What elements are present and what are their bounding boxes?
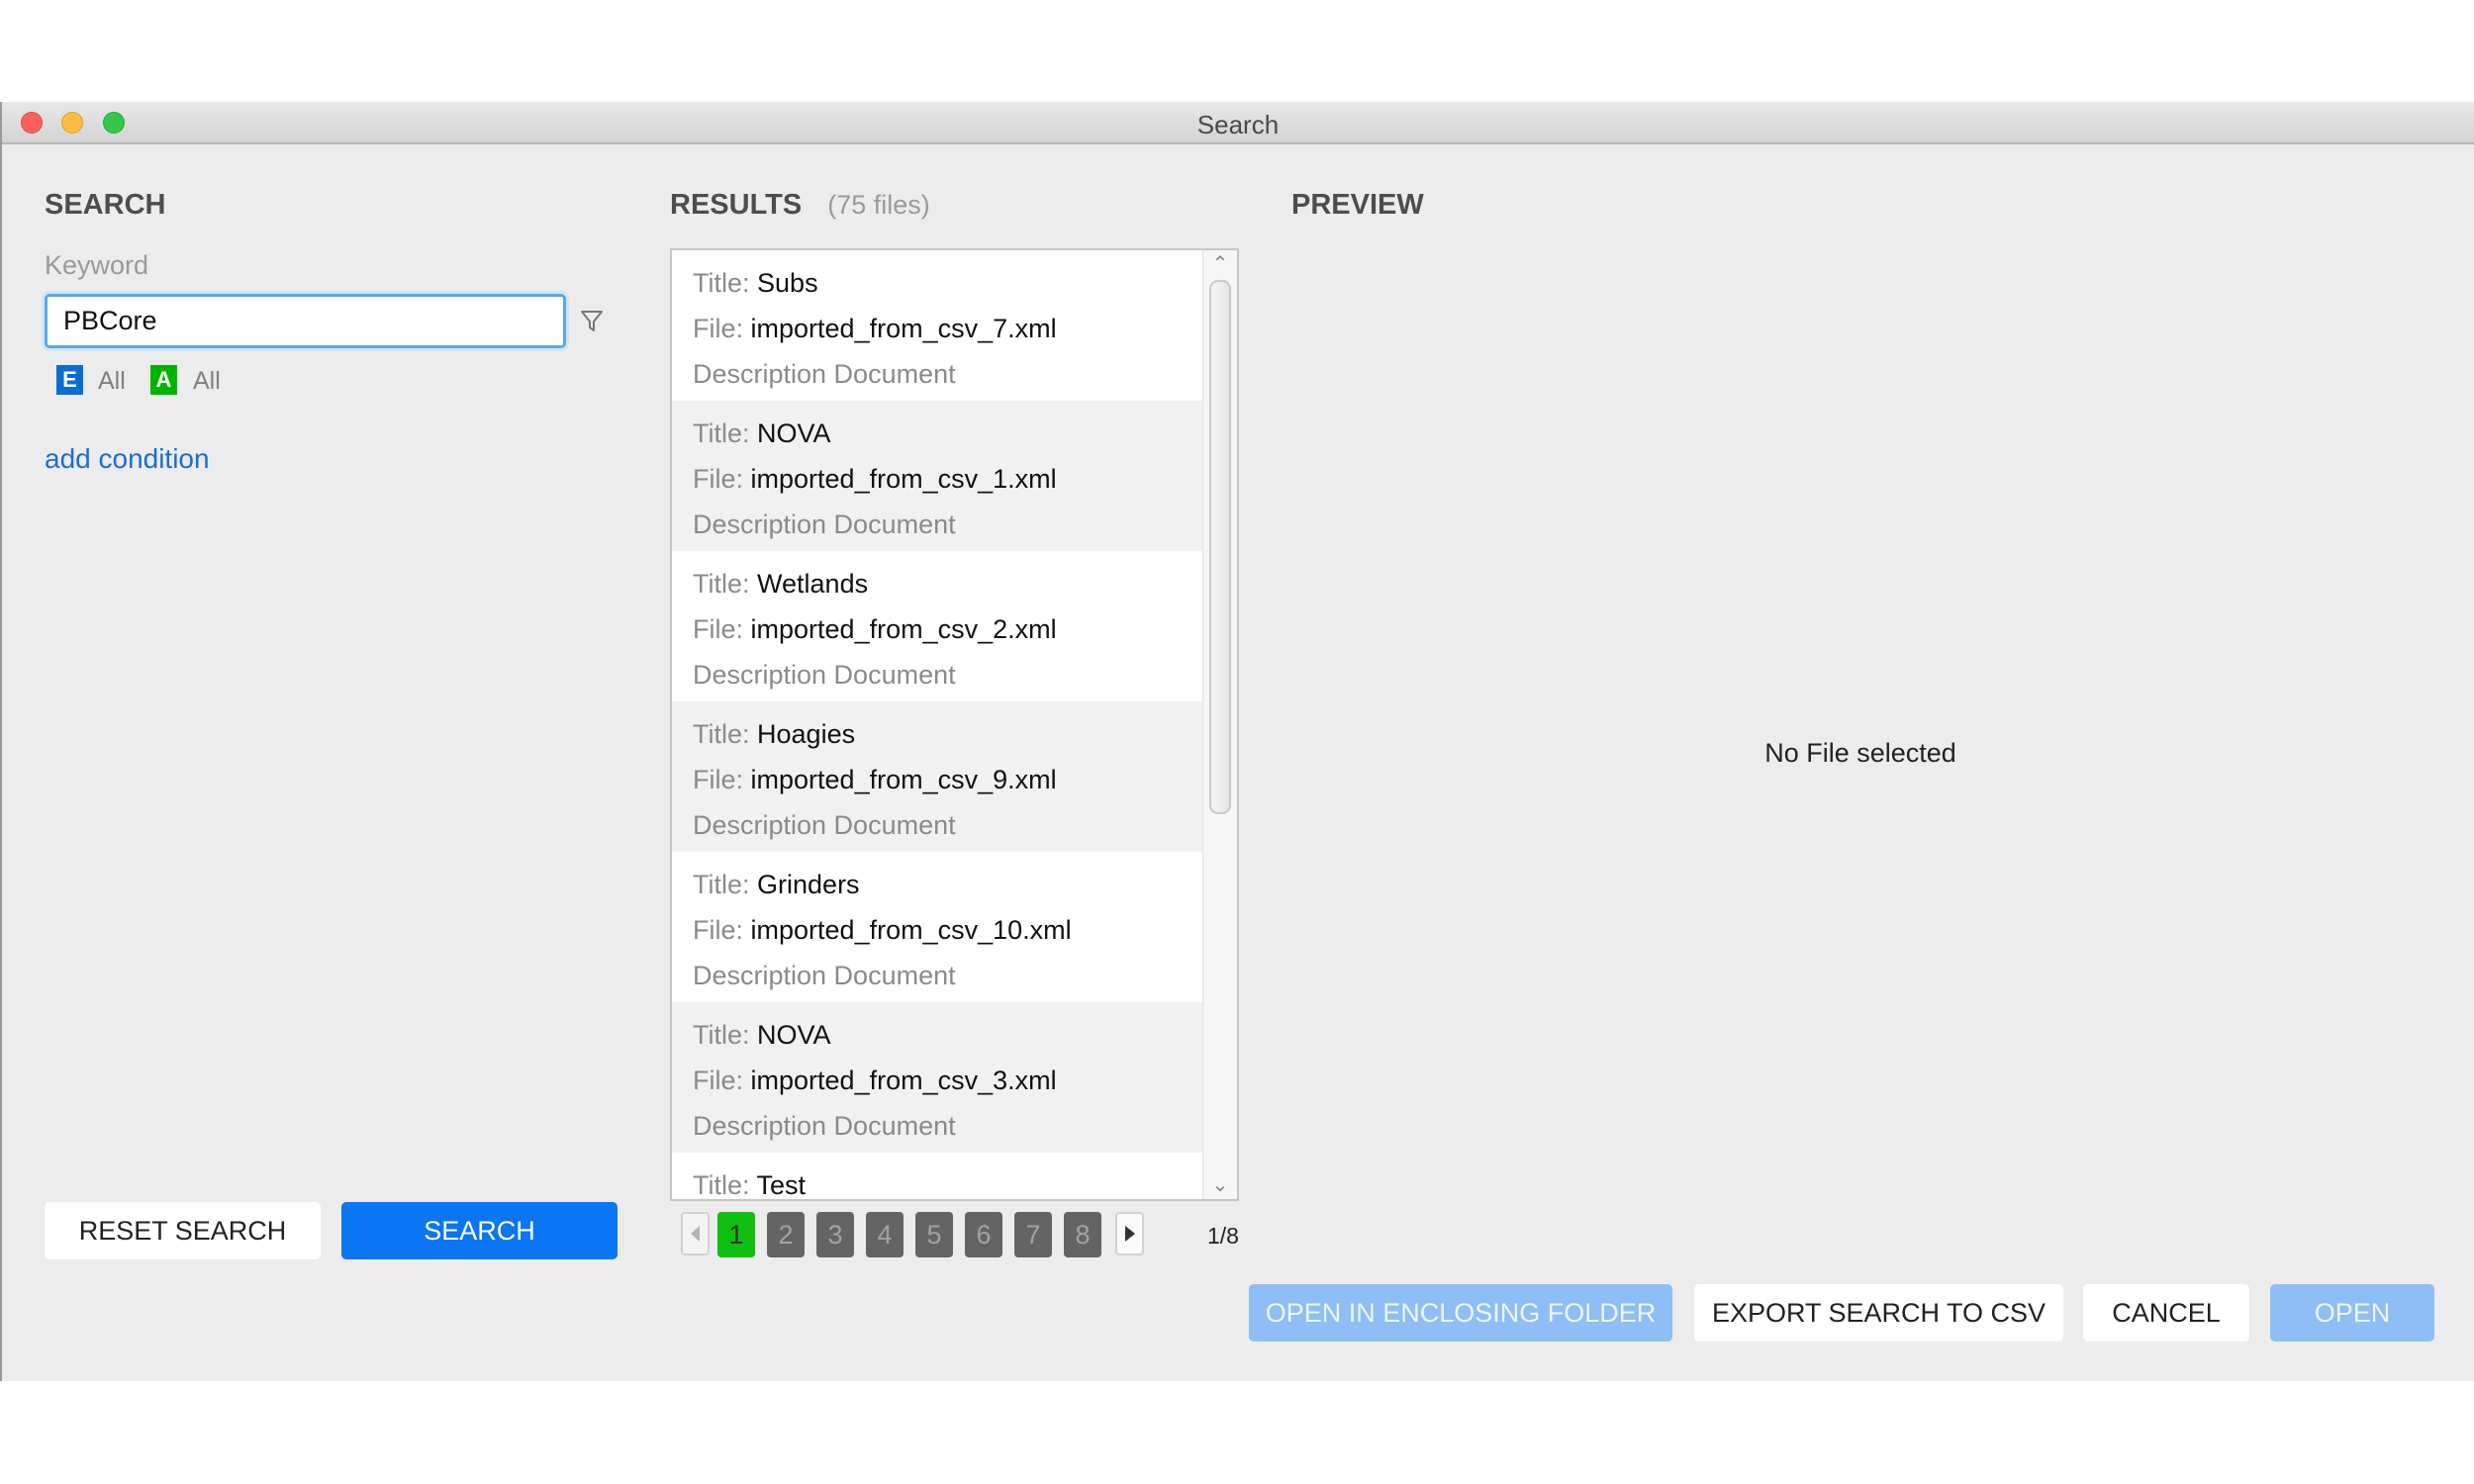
result-file-key: File:	[693, 765, 744, 794]
result-file-line: File: imported_from_csv_1.xml	[693, 456, 1186, 502]
result-title-key: Title:	[693, 870, 750, 899]
result-file: imported_from_csv_10.xml	[750, 915, 1072, 945]
result-type: Description Document	[693, 660, 956, 690]
result-file-line: File: imported_from_csv_7.xml	[693, 306, 1186, 351]
add-condition-link[interactable]: add condition	[45, 443, 210, 475]
result-title: Test	[756, 1170, 807, 1200]
result-title-key: Title:	[693, 569, 750, 599]
result-title: NOVA	[757, 1020, 831, 1050]
results-count: (75 files)	[827, 190, 930, 220]
results-heading: RESULTS (75 files)	[670, 189, 930, 222]
result-title: Subs	[757, 268, 818, 298]
result-file: imported_from_csv_2.xml	[750, 614, 1057, 644]
results-scrollbar[interactable]: ⌃ ⌄	[1202, 250, 1237, 1199]
next-page-button[interactable]	[1115, 1212, 1144, 1255]
result-title-line: Title: Test	[693, 1162, 1186, 1200]
results-heading-label: RESULTS	[670, 189, 803, 221]
preview-heading: PREVIEW	[1291, 189, 1424, 221]
result-title-key: Title:	[693, 1170, 750, 1200]
result-file-key: File:	[693, 1066, 744, 1095]
result-file: imported_from_csv_7.xml	[750, 314, 1057, 343]
triangle-right-icon	[1125, 1226, 1135, 1242]
result-title-line: Title: NOVA	[693, 1012, 1186, 1058]
result-title-key: Title:	[693, 268, 750, 298]
result-file-key: File:	[693, 314, 744, 343]
page-button[interactable]: 5	[915, 1212, 953, 1257]
result-file-line: File: imported_from_csv_2.xml	[693, 606, 1186, 652]
page-button[interactable]: 2	[767, 1212, 805, 1257]
result-title-line: Title: Subs	[693, 260, 1186, 306]
result-title-key: Title:	[693, 418, 750, 448]
result-title-key: Title:	[693, 719, 750, 749]
result-type: Description Document	[693, 510, 956, 539]
result-title-line: Title: Wetlands	[693, 561, 1186, 606]
result-file-line: File: imported_from_csv_10.xml	[693, 907, 1186, 953]
open-in-enclosing-folder-button[interactable]: OPEN IN ENCLOSING FOLDER	[1249, 1284, 1672, 1342]
result-type: Description Document	[693, 810, 956, 840]
preview-empty-message: No File selected	[1764, 738, 1956, 768]
result-title: NOVA	[757, 418, 831, 448]
result-file-line: File: imported_from_csv_9.xml	[693, 757, 1186, 802]
results-list: Title: Subs File: imported_from_csv_7.xml…	[670, 248, 1239, 1201]
result-type: Description Document	[693, 359, 956, 389]
result-file: imported_from_csv_9.xml	[750, 765, 1057, 794]
result-file-key: File:	[693, 915, 744, 945]
search-window: Search SEARCH Keyword E All A All add co…	[0, 102, 2474, 1381]
element-scope-badge[interactable]: E	[56, 365, 83, 395]
scrollbar-thumb[interactable]	[1209, 280, 1231, 814]
page-indicator: 1/8	[1207, 1223, 1239, 1249]
result-title: Hoagies	[757, 719, 856, 749]
page-button[interactable]: 7	[1014, 1212, 1052, 1257]
prev-page-button[interactable]	[681, 1212, 710, 1255]
window-title: Search	[1196, 110, 1280, 139]
cancel-button[interactable]: CANCEL	[2083, 1284, 2249, 1342]
attribute-scope-label[interactable]: All	[193, 367, 221, 396]
result-file: imported_from_csv_3.xml	[750, 1066, 1057, 1095]
result-item[interactable]: Title: Wetlands File: imported_from_csv_2…	[672, 551, 1205, 701]
result-file-key: File:	[693, 614, 744, 644]
result-item[interactable]: Title: Subs File: imported_from_csv_7.xml…	[672, 250, 1205, 401]
attribute-scope-badge[interactable]: A	[150, 365, 177, 395]
result-file-key: File:	[693, 464, 744, 494]
result-title-key: Title:	[693, 1020, 750, 1050]
title-bar: Search	[2, 102, 2474, 144]
result-title-line: Title: Hoagies	[693, 711, 1186, 757]
scroll-up-icon[interactable]: ⌃	[1203, 250, 1237, 278]
result-item[interactable]: Title: Grinders File: imported_from_csv_1…	[672, 852, 1205, 1002]
result-type: Description Document	[693, 961, 956, 990]
scroll-down-icon[interactable]: ⌄	[1203, 1171, 1237, 1199]
search-heading: SEARCH	[45, 189, 166, 221]
result-type: Description Document	[693, 1111, 956, 1141]
result-item[interactable]: Title: NOVA File: imported_from_csv_3.xml…	[672, 1002, 1205, 1153]
element-scope-label[interactable]: All	[98, 367, 126, 396]
result-item[interactable]: Title: Test	[672, 1153, 1205, 1200]
page-button[interactable]: 6	[965, 1212, 1002, 1257]
page-button[interactable]: 1	[717, 1212, 755, 1257]
result-title: Wetlands	[757, 569, 869, 599]
page-button[interactable]: 4	[866, 1212, 904, 1257]
export-search-to-csv-button[interactable]: EXPORT SEARCH TO CSV	[1694, 1284, 2063, 1342]
result-file: imported_from_csv_1.xml	[750, 464, 1057, 494]
keyword-label: Keyword	[45, 250, 149, 280]
keyword-input[interactable]	[45, 294, 566, 348]
results-rows: Title: Subs File: imported_from_csv_7.xml…	[672, 250, 1205, 1200]
open-button[interactable]: OPEN	[2270, 1284, 2434, 1342]
pagination: 12345678	[2, 1212, 1239, 1257]
result-title-line: Title: Grinders	[693, 862, 1186, 907]
result-title: Grinders	[757, 870, 860, 899]
filter-icon[interactable]	[578, 307, 606, 334]
result-item[interactable]: Title: NOVA File: imported_from_csv_1.xml…	[672, 401, 1205, 551]
triangle-left-icon	[691, 1226, 700, 1242]
result-item[interactable]: Title: Hoagies File: imported_from_csv_9.…	[672, 701, 1205, 852]
result-file-line: File: imported_from_csv_3.xml	[693, 1058, 1186, 1103]
result-title-line: Title: NOVA	[693, 411, 1186, 456]
page-button[interactable]: 3	[816, 1212, 854, 1257]
page-button[interactable]: 8	[1064, 1212, 1101, 1257]
